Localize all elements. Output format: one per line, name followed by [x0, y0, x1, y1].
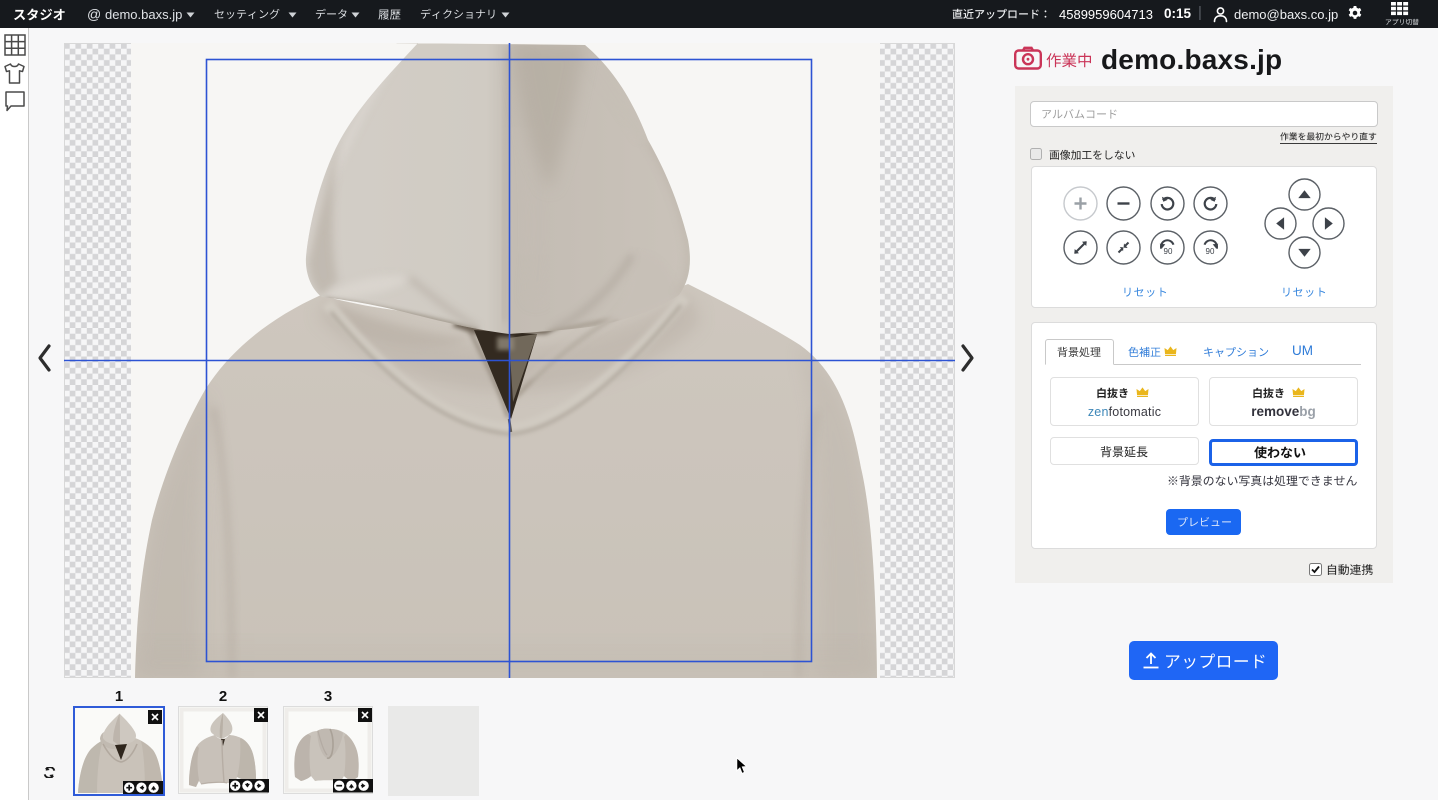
svg-text:90: 90 — [1206, 247, 1215, 256]
svg-text:90: 90 — [1163, 247, 1172, 256]
